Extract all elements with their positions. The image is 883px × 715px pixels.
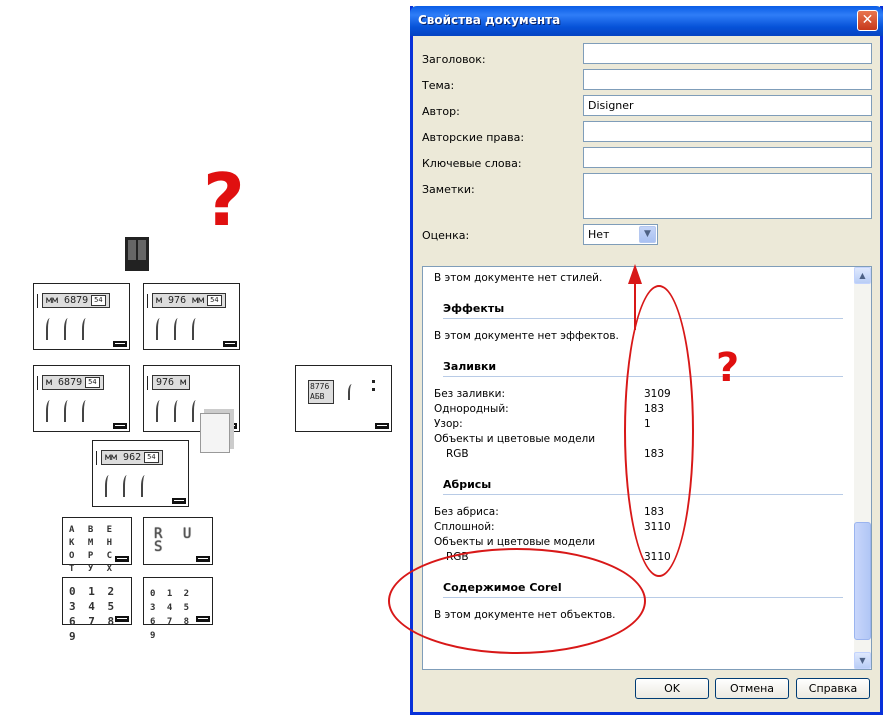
close-button[interactable]: ✕ xyxy=(857,10,878,31)
notes-field[interactable] xyxy=(583,173,872,219)
plate-card[interactable]: м 976 мм 54 xyxy=(143,283,240,350)
fill-row-label: Однородный: xyxy=(434,403,509,415)
plate-card[interactable]: 8776 АБВ xyxy=(295,365,392,432)
fill-row-label: RGB xyxy=(446,448,469,460)
chevron-down-icon[interactable]: ▼ xyxy=(639,226,656,243)
title-field[interactable] xyxy=(583,43,872,64)
annotation-ellipse xyxy=(388,548,646,654)
scroll-up-icon[interactable]: ▲ xyxy=(854,267,871,284)
outline-row-label: Сплошной: xyxy=(434,521,495,533)
dialog-title: Свойства документа xyxy=(418,13,561,27)
notes-label: Заметки: xyxy=(422,183,475,196)
annotation-question-mark: ? xyxy=(716,345,740,391)
plate-card[interactable]: м 6879 54 xyxy=(33,365,130,432)
effects-text: В этом документе нет эффектов. xyxy=(434,330,619,342)
annotation-arrow xyxy=(634,282,636,330)
fill-row-label: Объекты и цветовые модели xyxy=(434,433,596,445)
copyright-label: Авторские права: xyxy=(422,131,525,144)
scroll-down-icon[interactable]: ▼ xyxy=(854,652,871,669)
title-bar[interactable]: Свойства документа ✕ xyxy=(410,6,883,36)
drawing-canvas: ? мм 6879 54 м 976 мм 54 м 6879 54 976 м 87… xyxy=(0,0,410,715)
arrow-up-icon xyxy=(628,264,642,284)
help-button[interactable]: Справка xyxy=(796,678,870,699)
rus-card[interactable]: R U S xyxy=(143,517,213,565)
stacked-pages-icon xyxy=(125,237,149,271)
page-copy-icon xyxy=(200,413,230,453)
plate-card[interactable]: мм 6879 54 xyxy=(33,283,130,350)
author-label: Автор: xyxy=(422,105,460,118)
question-mark: ? xyxy=(203,158,245,242)
subject-field[interactable] xyxy=(583,69,872,90)
letters-card[interactable]: А В Е К М Н О Р С Т У Х D xyxy=(62,517,132,587)
rating-select[interactable]: Нет ▼ xyxy=(583,224,658,245)
outline-row-label: Объекты и цветовые модели xyxy=(434,536,596,548)
copyright-field[interactable] xyxy=(583,121,872,142)
rating-label: Оценка: xyxy=(422,229,470,242)
cancel-button[interactable]: Отмена xyxy=(715,678,789,699)
rating-value: Нет xyxy=(588,228,610,241)
digits-card[interactable]: 0 1 2 3 4 5 6 7 8 9 xyxy=(143,577,213,641)
styles-text: В этом документе нет стилей. xyxy=(434,272,603,284)
fill-row-label: Узор: xyxy=(434,418,463,430)
digits-card[interactable]: 0 1 2 3 4 5 6 7 8 9 xyxy=(62,577,132,643)
subject-label: Тема: xyxy=(422,79,455,92)
author-field[interactable]: Disigner xyxy=(583,95,872,116)
keywords-label: Ключевые слова: xyxy=(422,157,522,170)
ok-button[interactable]: OK xyxy=(635,678,709,699)
keywords-field[interactable] xyxy=(583,147,872,168)
report-scrollbar[interactable]: ▲ ▼ xyxy=(854,267,871,669)
plate-card[interactable]: мм 962 54 xyxy=(92,440,189,507)
scroll-thumb[interactable] xyxy=(854,522,871,640)
outline-row-label: Без абриса: xyxy=(434,506,499,518)
fill-row-label: Без заливки: xyxy=(434,388,506,400)
title-label: Заголовок: xyxy=(422,53,486,66)
